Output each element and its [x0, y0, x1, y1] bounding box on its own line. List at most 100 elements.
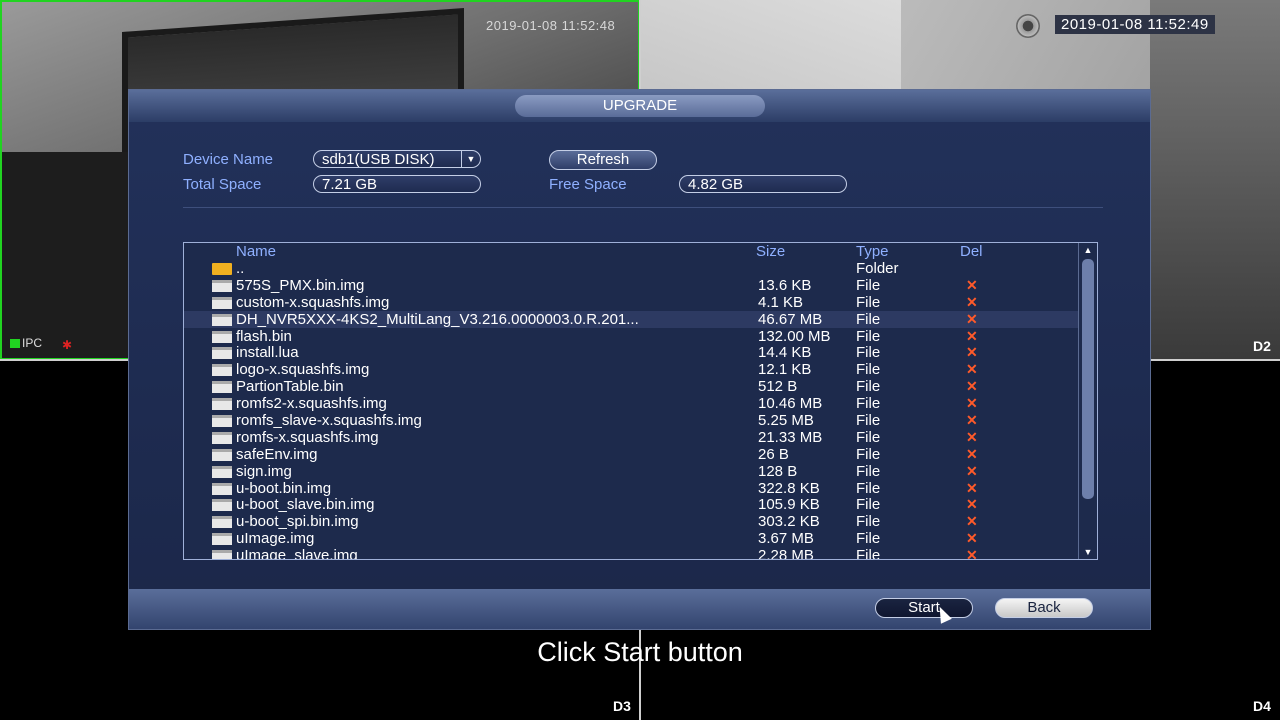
file-row[interactable]: sign.img 128 B File ✕	[184, 463, 1080, 480]
file-type: File	[856, 344, 881, 362]
file-icon	[212, 381, 232, 394]
delete-icon[interactable]: ✕	[966, 513, 978, 530]
delete-icon[interactable]: ✕	[966, 277, 978, 294]
file-list[interactable]: Name Size Type Del .. Folder 575S_PMX.bin.…	[183, 242, 1098, 560]
file-icon	[212, 465, 232, 478]
file-name: logo-x.squashfs.img	[236, 361, 370, 379]
file-icon	[212, 482, 232, 495]
scene-right	[1150, 0, 1280, 360]
file-size: 14.4 KB	[758, 344, 812, 362]
file-row[interactable]: u-boot_spi.bin.img 303.2 KB File ✕	[184, 513, 1080, 530]
file-row[interactable]: romfs2-x.squashfs.img 10.46 MB File ✕	[184, 395, 1080, 412]
ipc-indicator: IPC	[10, 336, 42, 350]
file-row[interactable]: DH_NVR5XXX-4KS2_MultiLang_V3.216.0000003…	[184, 310, 1080, 328]
file-name: install.lua	[236, 344, 299, 362]
file-type: File	[856, 412, 881, 430]
file-size: 26 B	[758, 445, 789, 463]
scrollbar[interactable]: ▲ ▼	[1078, 243, 1097, 559]
chevron-down-icon[interactable]: ▼	[461, 151, 480, 167]
upgrade-dialog: UPGRADE Device Name sdb1(USB DISK) ▼ Ref…	[128, 89, 1151, 630]
delete-icon[interactable]: ✕	[966, 547, 978, 559]
file-row[interactable]: romfs_slave-x.squashfs.img 5.25 MB File ✕	[184, 412, 1080, 429]
delete-icon[interactable]: ✕	[966, 344, 978, 361]
file-name: flash.bin	[236, 327, 292, 345]
file-row[interactable]: uImage_slave.img 2.28 MB File ✕	[184, 547, 1080, 560]
file-row[interactable]: uImage.img 3.67 MB File ✕	[184, 530, 1080, 547]
file-icon	[212, 415, 232, 428]
file-type: File	[856, 530, 881, 548]
file-row[interactable]: flash.bin 132.00 MB File ✕	[184, 328, 1080, 345]
file-name: romfs-x.squashfs.img	[236, 428, 379, 446]
file-name: uImage_slave.img	[236, 547, 358, 560]
refresh-button[interactable]: Refresh	[549, 150, 657, 170]
folder-icon	[212, 263, 232, 275]
motion-icon: ✱	[62, 338, 73, 352]
delete-icon[interactable]: ✕	[966, 395, 978, 412]
file-row[interactable]: custom-x.squashfs.img 4.1 KB File ✕	[184, 294, 1080, 311]
start-button[interactable]: Start	[875, 598, 973, 618]
scroll-down-icon[interactable]: ▼	[1081, 546, 1095, 558]
file-row[interactable]: safeEnv.img 26 B File ✕	[184, 446, 1080, 463]
file-name: PartionTable.bin	[236, 378, 344, 396]
file-size: 12.1 KB	[758, 361, 812, 379]
delete-icon[interactable]: ✕	[966, 446, 978, 463]
column-header-size[interactable]: Size	[756, 243, 785, 260]
file-name: sign.img	[236, 462, 292, 480]
file-type: File	[856, 395, 881, 413]
file-icon	[212, 550, 232, 559]
file-name: u-boot.bin.img	[236, 479, 332, 497]
delete-icon[interactable]: ✕	[966, 530, 978, 547]
file-row[interactable]: romfs-x.squashfs.img 21.33 MB File ✕	[184, 429, 1080, 446]
file-name: ..	[236, 260, 245, 277]
file-type: File	[856, 310, 881, 328]
back-button[interactable]: Back	[995, 598, 1093, 618]
column-header-type[interactable]: Type	[856, 243, 889, 260]
file-row[interactable]: install.lua 14.4 KB File ✕	[184, 344, 1080, 361]
file-row[interactable]: u-boot_slave.bin.img 105.9 KB File ✕	[184, 496, 1080, 513]
delete-icon[interactable]: ✕	[966, 463, 978, 480]
file-icon	[212, 330, 232, 343]
file-icon	[212, 313, 232, 326]
scroll-up-icon[interactable]: ▲	[1081, 244, 1095, 256]
file-icon	[212, 347, 232, 360]
delete-icon[interactable]: ✕	[966, 412, 978, 429]
column-header-name[interactable]: Name	[236, 243, 276, 260]
free-space-label: Free Space	[549, 176, 627, 193]
delete-icon[interactable]: ✕	[966, 311, 978, 328]
file-name: u-boot_spi.bin.img	[236, 513, 359, 531]
file-icon	[212, 499, 232, 512]
file-row[interactable]: u-boot.bin.img 322.8 KB File ✕	[184, 480, 1080, 497]
device-name-dropdown[interactable]: sdb1(USB DISK) ▼	[313, 150, 481, 168]
file-size: 5.25 MB	[758, 412, 814, 430]
channel-label-d2: D2	[1253, 338, 1271, 354]
ipc-status-icon	[10, 339, 20, 349]
delete-icon[interactable]: ✕	[966, 496, 978, 513]
delete-icon[interactable]: ✕	[966, 378, 978, 395]
delete-icon[interactable]: ✕	[966, 480, 978, 497]
file-row[interactable]: PartionTable.bin 512 B File ✕	[184, 378, 1080, 395]
delete-icon[interactable]: ✕	[966, 328, 978, 345]
file-type: File	[856, 293, 881, 311]
scrollbar-thumb[interactable]	[1082, 259, 1094, 499]
file-icon	[212, 279, 232, 292]
file-name: romfs2-x.squashfs.img	[236, 395, 387, 413]
file-name: DH_NVR5XXX-4KS2_MultiLang_V3.216.0000003…	[236, 310, 639, 328]
delete-icon[interactable]: ✕	[966, 361, 978, 378]
divider	[183, 207, 1103, 208]
total-space-label: Total Space	[183, 176, 262, 193]
file-type: File	[856, 462, 881, 480]
file-row[interactable]: 575S_PMX.bin.img 13.6 KB File ✕	[184, 277, 1080, 294]
file-size: 132.00 MB	[758, 327, 831, 345]
file-rows: .. Folder 575S_PMX.bin.img 13.6 KB File ✕ cust…	[184, 260, 1080, 560]
dialog-title: UPGRADE	[515, 95, 765, 117]
file-size: 3.67 MB	[758, 530, 814, 548]
channel-label-d4: D4	[1253, 698, 1271, 714]
file-row[interactable]: .. Folder	[184, 260, 1080, 277]
delete-icon[interactable]: ✕	[966, 294, 978, 311]
file-row[interactable]: logo-x.squashfs.img 12.1 KB File ✕	[184, 361, 1080, 378]
file-size: 303.2 KB	[758, 513, 820, 531]
delete-icon[interactable]: ✕	[966, 429, 978, 446]
file-type: File	[856, 445, 881, 463]
column-header-del[interactable]: Del	[960, 243, 983, 260]
file-name: u-boot_slave.bin.img	[236, 496, 375, 514]
